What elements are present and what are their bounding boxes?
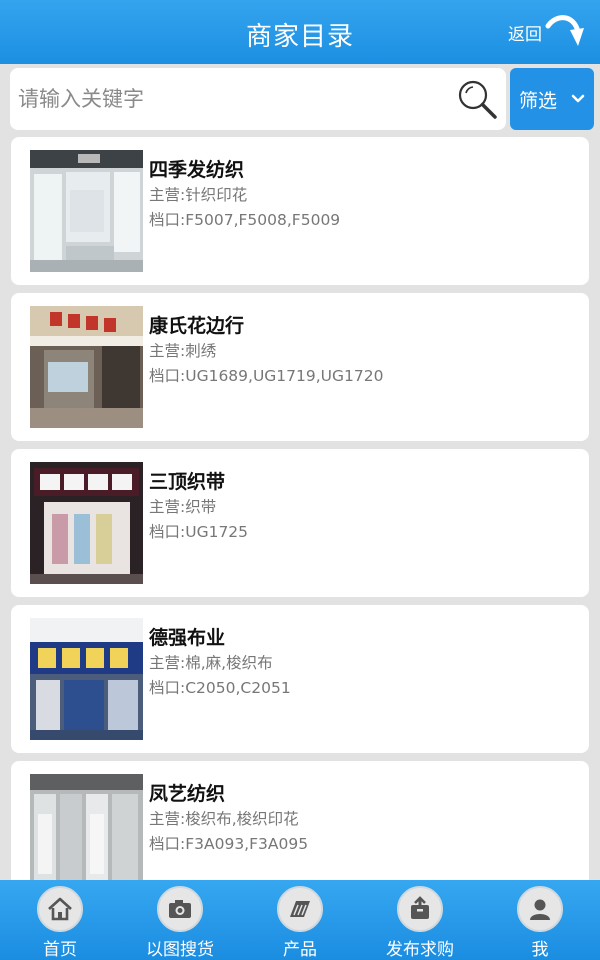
- tab-products[interactable]: 产品: [240, 880, 360, 960]
- user-icon: [517, 886, 563, 932]
- store-photo: [30, 774, 143, 896]
- search-input[interactable]: [18, 68, 448, 130]
- merchant-business: 主营:织带: [149, 498, 217, 516]
- merchant-name: 康氏花边行: [149, 315, 245, 337]
- merchant-stall: 档口:UG1725: [149, 523, 249, 541]
- store-photo: [30, 462, 143, 584]
- merchant-name: 四季发纺织: [149, 159, 245, 181]
- store-photo: [30, 306, 143, 428]
- tab-image-search[interactable]: 以图搜货: [120, 880, 240, 960]
- merchant-list: 四季发纺织 主营:针织印花 档口:F5007,F5008,F5009 康氏花边行…: [11, 137, 589, 917]
- search-row: 筛选: [10, 68, 594, 130]
- tab-label: 以图搜货: [146, 940, 214, 960]
- tab-label: 首页: [43, 940, 77, 960]
- search-icon[interactable]: [456, 78, 498, 120]
- fabric-icon: [277, 886, 323, 932]
- tab-publish-request[interactable]: 发布求购: [360, 880, 480, 960]
- back-label: 返回: [508, 24, 542, 45]
- search-box: [10, 68, 506, 130]
- publish-icon: [397, 886, 443, 932]
- curved-arrow-icon: [545, 15, 584, 46]
- merchant-business: 主营:梭织布,梭织印花: [149, 810, 299, 828]
- merchant-stall: 档口:F5007,F5008,F5009: [149, 211, 341, 229]
- tab-home[interactable]: 首页: [0, 880, 120, 960]
- store-photo: [30, 618, 143, 740]
- merchant-stall: 档口:UG1689,UG1719,UG1720: [149, 367, 384, 385]
- merchant-stall: 档口:F3A093,F3A095: [149, 835, 309, 853]
- back-button[interactable]: 返回: [500, 10, 586, 54]
- store-photo: [30, 150, 143, 272]
- merchant-business: 主营:棉,麻,梭织布: [149, 654, 273, 672]
- merchant-name: 德强布业: [149, 627, 226, 649]
- merchant-card[interactable]: 德强布业 主营:棉,麻,梭织布 档口:C2050,C2051: [11, 605, 589, 753]
- merchant-card[interactable]: 四季发纺织 主营:针织印花 档口:F5007,F5008,F5009: [11, 137, 589, 285]
- merchant-business: 主营:刺绣: [149, 342, 217, 360]
- merchant-name: 凤艺纺织: [149, 783, 226, 805]
- bottom-nav: 首页 以图搜货 产品 发布求购 我: [0, 880, 600, 960]
- filter-label: 筛选: [518, 89, 557, 112]
- merchant-stall: 档口:C2050,C2051: [149, 679, 291, 697]
- tab-me[interactable]: 我: [480, 880, 600, 960]
- tab-label: 我: [531, 940, 549, 960]
- filter-button[interactable]: 筛选: [510, 68, 594, 130]
- app-header: 商家目录 返回: [0, 0, 600, 64]
- home-icon: [37, 886, 83, 932]
- merchant-business: 主营:针织印花: [149, 186, 248, 204]
- chevron-down-icon: [571, 94, 585, 103]
- tab-label: 产品: [283, 940, 317, 960]
- camera-icon: [157, 886, 203, 932]
- merchant-card[interactable]: 三顶织带 主营:织带 档口:UG1725: [11, 449, 589, 597]
- merchant-card[interactable]: 康氏花边行 主营:刺绣 档口:UG1689,UG1719,UG1720: [11, 293, 589, 441]
- tab-label: 发布求购: [386, 940, 454, 960]
- merchant-name: 三顶织带: [149, 471, 226, 493]
